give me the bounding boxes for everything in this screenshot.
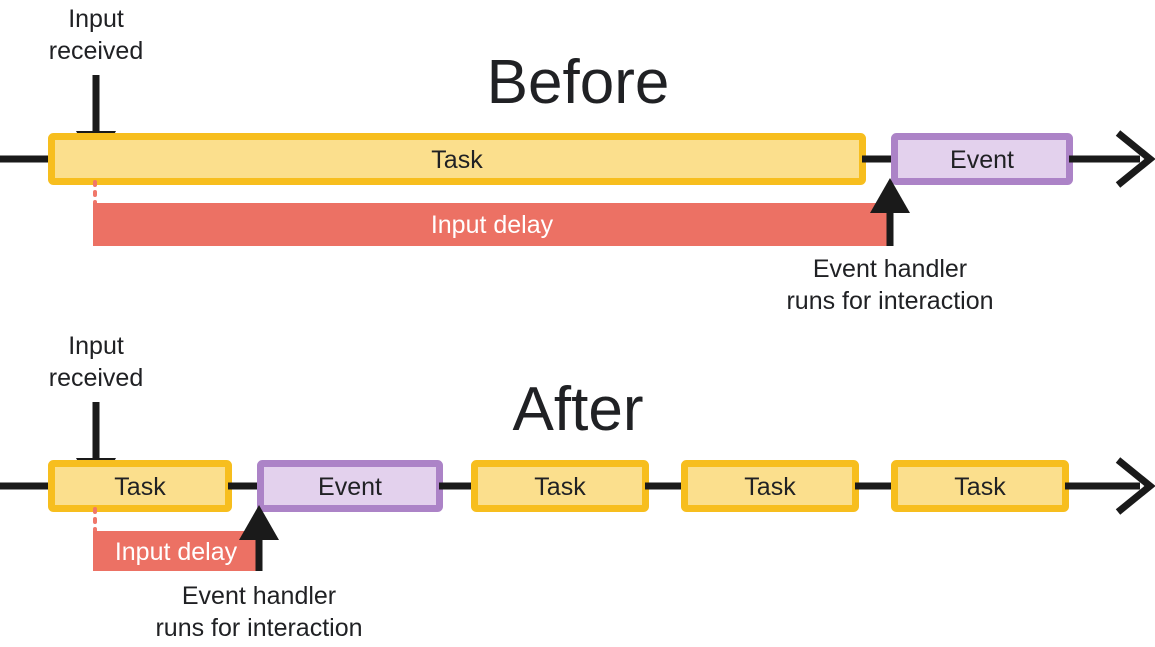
- after-task-block-4[interactable]: Task: [891, 460, 1069, 512]
- after-input-received-label-line1: Input: [68, 332, 124, 360]
- after-task-label-4: Task: [954, 473, 1006, 501]
- before-delay-label: Input delay: [431, 211, 554, 239]
- after-title: After: [513, 375, 644, 444]
- after-task-block-1[interactable]: Task: [48, 460, 232, 512]
- after-delay-label: Input delay: [115, 538, 238, 566]
- after-event-label: Event: [318, 473, 382, 501]
- after-event-block[interactable]: Event: [257, 460, 443, 512]
- before-task-block[interactable]: Task: [48, 133, 866, 185]
- before-event-handler-label-line2: runs for interaction: [786, 287, 993, 315]
- after-task-block-2[interactable]: Task: [471, 460, 649, 512]
- after-task-block-3[interactable]: Task: [681, 460, 859, 512]
- before-task-label: Task: [431, 146, 483, 174]
- after-input-delay-bar: Input delay: [93, 531, 260, 571]
- interaction-timeline-diagram: Before Input received Task Event Input d…: [0, 0, 1155, 647]
- before-title: Before: [487, 48, 670, 117]
- after-task-label-2: Task: [534, 473, 586, 501]
- before-event-handler-label-line1: Event handler: [813, 255, 967, 283]
- after-task-label-3: Task: [744, 473, 796, 501]
- after-input-received-label-line2: received: [49, 364, 144, 392]
- before-input-delay-bar: Input delay: [93, 203, 890, 246]
- before-event-block[interactable]: Event: [891, 133, 1073, 185]
- after-task-label-1: Task: [114, 473, 166, 501]
- after-event-handler-label-line1: Event handler: [182, 582, 336, 610]
- before-event-label: Event: [950, 146, 1014, 174]
- before-input-received-label-line1: Input: [68, 5, 124, 33]
- after-event-handler-label-line2: runs for interaction: [155, 614, 362, 642]
- before-input-received-label-line2: received: [49, 37, 144, 65]
